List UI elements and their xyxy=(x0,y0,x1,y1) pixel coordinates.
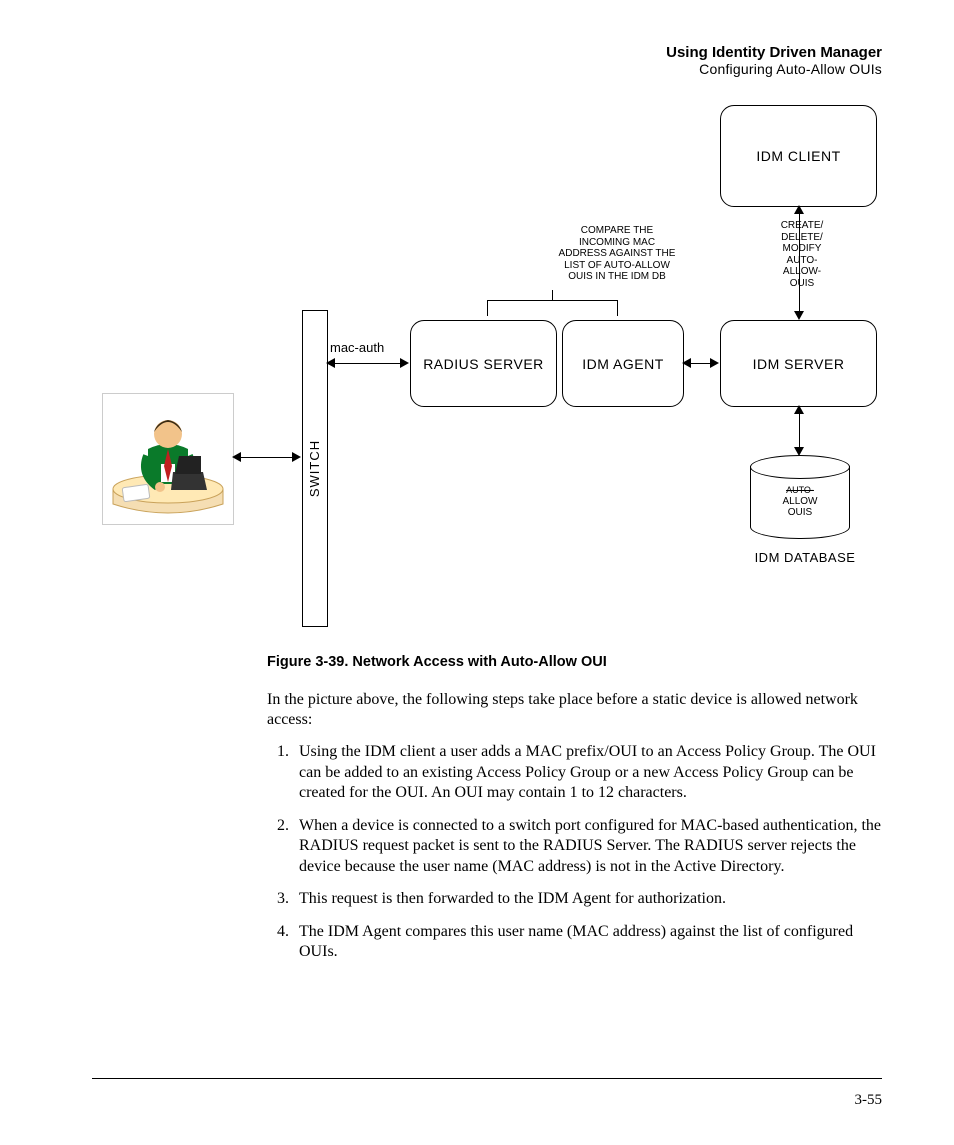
footer-rule xyxy=(92,1078,882,1079)
figure-caption: Figure 3-39. Network Access with Auto-Al… xyxy=(267,653,882,672)
mac-auth-label: mac-auth xyxy=(330,340,384,355)
idm-client-label: IDM CLIENT xyxy=(756,148,840,164)
step-item: This request is then forwarded to the ID… xyxy=(293,889,882,909)
switch-label: SWITCH xyxy=(308,440,323,497)
intro-text: In the picture above, the following step… xyxy=(267,690,882,731)
page-number: 3-55 xyxy=(855,1092,883,1109)
idm-agent-label: IDM AGENT xyxy=(582,356,664,372)
step-item: The IDM Agent compares this user name (M… xyxy=(293,922,882,963)
network-diagram: SWITCH IDM CLIENT RADIUS SERVER IDM AGEN… xyxy=(102,105,872,635)
user-icon xyxy=(102,393,234,525)
step-item: Using the IDM client a user adds a MAC p… xyxy=(293,742,882,803)
radius-server-box: RADIUS SERVER xyxy=(410,320,557,407)
create-annotation: CREATE/DELETE/MODIFYAUTO-ALLOW-OUIS xyxy=(774,220,830,289)
radius-server-label: RADIUS SERVER xyxy=(423,356,544,372)
idm-database: AUTO- ALLOW OUIS IDM DATABASE xyxy=(750,455,848,545)
idm-agent-box: IDM AGENT xyxy=(562,320,684,407)
header-subtitle: Configuring Auto-Allow OUIs xyxy=(92,61,882,77)
page-header: Using Identity Driven Manager Configurin… xyxy=(92,44,882,77)
steps-list: Using the IDM client a user adds a MAC p… xyxy=(267,742,882,962)
compare-annotation: COMPARE THEINCOMING MACADDRESS AGAINST T… xyxy=(542,225,692,283)
idm-database-label: IDM DATABASE xyxy=(730,550,880,565)
idm-server-box: IDM SERVER xyxy=(720,320,877,407)
step-item: When a device is connected to a switch p… xyxy=(293,816,882,877)
idm-server-label: IDM SERVER xyxy=(753,356,845,372)
idm-client-box: IDM CLIENT xyxy=(720,105,877,207)
body-content: Figure 3-39. Network Access with Auto-Al… xyxy=(267,653,882,963)
switch-box: SWITCH xyxy=(302,310,328,627)
header-title: Using Identity Driven Manager xyxy=(92,44,882,61)
